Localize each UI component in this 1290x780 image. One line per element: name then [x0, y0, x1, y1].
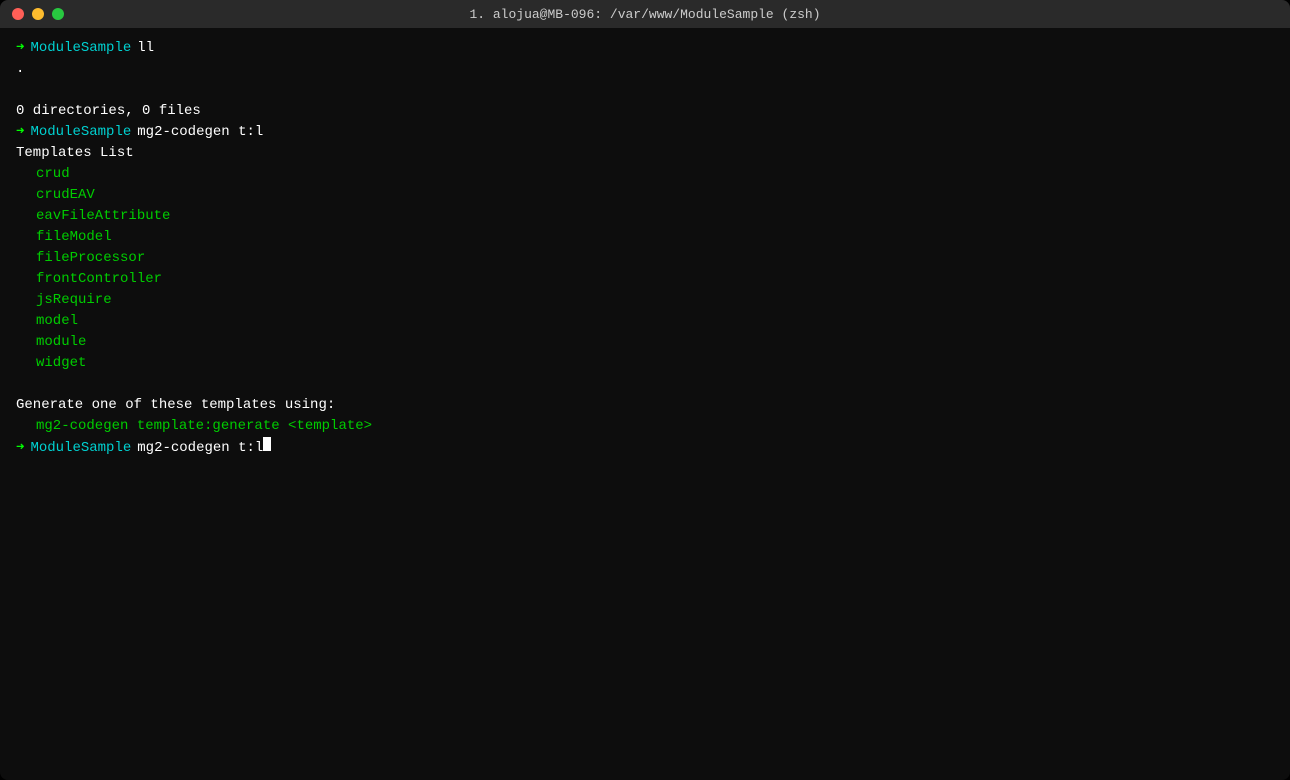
minimize-button[interactable]: [32, 8, 44, 20]
window-title: 1. alojua@MB-096: /var/www/ModuleSample …: [469, 7, 820, 22]
command-line-2: ➜ ModuleSample mg2-codegen t:l: [16, 122, 1274, 143]
prompt-arrow-active: ➜: [16, 438, 24, 459]
generate-command: mg2-codegen template:generate <template>: [16, 416, 1274, 437]
templates-list-header: Templates List: [16, 143, 1274, 164]
prompt-dir-1: ModuleSample: [30, 38, 131, 59]
terminal-window: 1. alojua@MB-096: /var/www/ModuleSample …: [0, 0, 1290, 780]
prompt-dir-active: ModuleSample: [30, 438, 131, 459]
template-frontcontroller: frontController: [16, 269, 1274, 290]
generate-hint: Generate one of these templates using:: [16, 395, 1274, 416]
template-module: module: [16, 332, 1274, 353]
prompt-arrow-2: ➜: [16, 122, 24, 143]
maximize-button[interactable]: [52, 8, 64, 20]
template-widget: widget: [16, 353, 1274, 374]
title-bar: 1. alojua@MB-096: /var/www/ModuleSample …: [0, 0, 1290, 28]
output-directories: 0 directories, 0 files: [16, 101, 1274, 122]
command-line-active[interactable]: ➜ ModuleSample mg2-codegen t:l: [16, 437, 1274, 459]
template-crudeav: crudEAV: [16, 185, 1274, 206]
prompt-cmd-2: mg2-codegen t:l: [137, 122, 263, 143]
command-line-1: ➜ ModuleSample ll: [16, 38, 1274, 59]
window-buttons: [12, 8, 64, 20]
empty-line-1: [16, 80, 1274, 101]
template-jsrequire: jsRequire: [16, 290, 1274, 311]
prompt-dir-2: ModuleSample: [30, 122, 131, 143]
prompt-cmd-active: mg2-codegen t:l: [137, 438, 263, 459]
prompt-cmd-1: ll: [137, 38, 154, 59]
terminal-content[interactable]: ➜ ModuleSample ll . 0 directories, 0 fil…: [0, 28, 1290, 780]
template-fileprocessor: fileProcessor: [16, 248, 1274, 269]
template-crud: crud: [16, 164, 1274, 185]
template-eavfileattribute: eavFileAttribute: [16, 206, 1274, 227]
terminal-cursor: [263, 437, 271, 451]
empty-line-2: [16, 374, 1274, 395]
output-dot: .: [16, 59, 1274, 80]
template-filemodel: fileModel: [16, 227, 1274, 248]
template-model: model: [16, 311, 1274, 332]
prompt-arrow-1: ➜: [16, 38, 24, 59]
close-button[interactable]: [12, 8, 24, 20]
